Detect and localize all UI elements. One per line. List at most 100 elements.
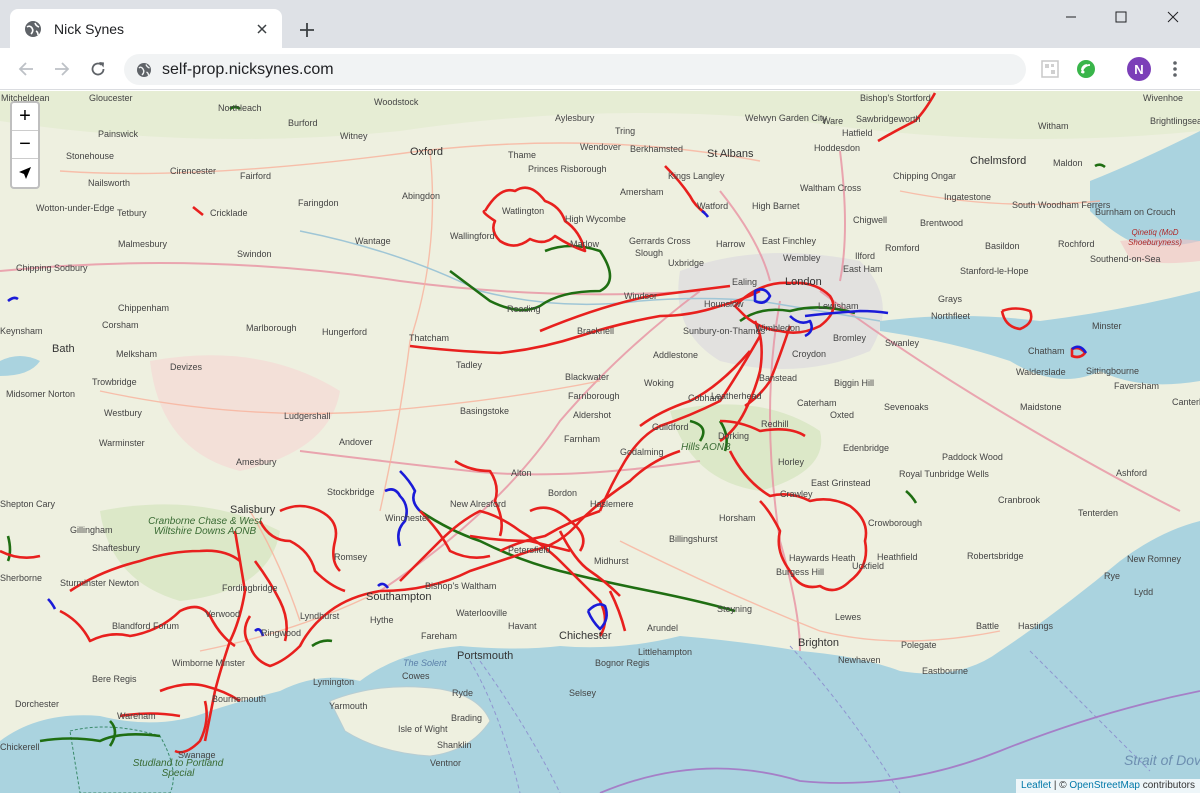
profile-avatar[interactable]: N xyxy=(1127,57,1151,81)
map-view[interactable]: Mitcheldean Gloucester Northleach Woodstock… xyxy=(0,91,1200,793)
place-label: Tenterden xyxy=(1078,508,1119,518)
place-label: Ilford xyxy=(855,251,876,261)
place-label: Corsham xyxy=(102,320,139,330)
place-label: Minster xyxy=(1092,321,1122,331)
place-label: Wivenhoe xyxy=(1143,93,1184,103)
minimize-button[interactable] xyxy=(1046,0,1096,34)
new-tab-button[interactable] xyxy=(294,17,320,43)
place-label: Chickerell xyxy=(0,742,40,752)
place-label: Hounslow xyxy=(704,299,744,309)
extension-qr-icon[interactable] xyxy=(1038,57,1062,81)
place-label: Fairford xyxy=(240,171,272,181)
place-label: Steyning xyxy=(717,604,753,614)
place-label: Tring xyxy=(615,126,636,136)
place-label: Polegate xyxy=(901,640,937,650)
place-label: Stockbridge xyxy=(327,487,375,497)
place-label: Hatfield xyxy=(842,128,873,138)
place-label: Brading xyxy=(451,713,483,723)
zoom-control: + − xyxy=(10,101,40,189)
tab-strip: Nick Synes xyxy=(0,0,1200,48)
place-label: Robertsbridge xyxy=(967,551,1024,561)
place-label: Northfleet xyxy=(931,311,971,321)
place-label: Stanford-le-Hope xyxy=(960,266,1029,276)
leaflet-link[interactable]: Leaflet xyxy=(1021,780,1051,791)
place-label: Northleach xyxy=(218,103,262,113)
forward-button[interactable] xyxy=(48,55,76,83)
place-label: London xyxy=(785,276,822,288)
place-label: Wimborne Minster xyxy=(172,658,246,668)
place-label: Fareham xyxy=(421,631,458,641)
place-label: Dorking xyxy=(718,431,750,441)
reload-button[interactable] xyxy=(84,55,112,83)
back-button[interactable] xyxy=(12,55,40,83)
place-label: Horsham xyxy=(719,513,756,523)
place-label: Chatham xyxy=(1028,346,1065,356)
place-label: Sherborne xyxy=(0,573,43,583)
place-label: Cranbrook xyxy=(998,495,1041,505)
place-label: New Alresford xyxy=(450,499,507,509)
osm-link[interactable]: OpenStreetMap xyxy=(1069,780,1140,791)
url-text: self-prop.nicksynes.com xyxy=(162,60,334,78)
place-label: Bournemouth xyxy=(212,694,267,704)
place-label: Reading xyxy=(507,304,541,314)
more-menu-icon[interactable] xyxy=(1163,57,1187,81)
locate-button[interactable] xyxy=(12,159,38,187)
maximize-button[interactable] xyxy=(1096,0,1146,34)
place-label: Winchester xyxy=(385,513,431,523)
zoom-in-button[interactable]: + xyxy=(12,103,38,131)
place-label: Addlestone xyxy=(653,350,699,360)
attribution-separator: | © xyxy=(1051,780,1070,791)
place-label: Sawbridgeworth xyxy=(856,114,921,124)
place-label: Wembley xyxy=(783,253,821,263)
place-label: Chichester xyxy=(559,630,612,642)
address-bar[interactable]: self-prop.nicksynes.com xyxy=(124,54,1026,85)
place-label: Bere Regis xyxy=(92,674,137,684)
globe-icon xyxy=(24,20,42,38)
place-label: Canterbury xyxy=(1172,397,1200,407)
zoom-out-button[interactable]: − xyxy=(12,131,38,159)
site-info-icon[interactable] xyxy=(136,62,152,78)
place-label: Bishop's Waltham xyxy=(425,581,497,591)
place-label: East Finchley xyxy=(762,236,817,246)
browser-tab[interactable]: Nick Synes xyxy=(10,9,282,48)
place-label: Selsey xyxy=(569,688,597,698)
place-label: Newhaven xyxy=(838,655,881,665)
place-label: The Solent xyxy=(403,658,447,668)
place-label: Burford xyxy=(288,118,318,128)
place-label: Blandford Forum xyxy=(112,621,180,631)
place-label: Painswick xyxy=(98,129,139,139)
place-label: Bromley xyxy=(833,333,867,343)
place-label: St Albans xyxy=(707,148,754,160)
place-label: Amesbury xyxy=(236,457,277,467)
place-label: Woking xyxy=(644,378,674,388)
place-label: Caterham xyxy=(797,398,837,408)
place-label: Warminster xyxy=(99,438,145,448)
place-label: Littlehampton xyxy=(638,647,693,657)
place-label: Godalming xyxy=(620,447,664,457)
place-label: Eastbourne xyxy=(922,666,969,676)
place-label: Strait of Dover xyxy=(1124,752,1200,768)
place-label: Ealing xyxy=(732,277,758,287)
place-label: Berkhamsted xyxy=(630,144,684,154)
place-label: Wantage xyxy=(355,236,391,246)
place-label: Maidstone xyxy=(1020,402,1062,412)
place-label: Cirencester xyxy=(170,166,217,176)
place-label: Portsmouth xyxy=(457,650,514,662)
close-tab-icon[interactable] xyxy=(252,19,272,39)
place-label: Southend-on-Sea xyxy=(1090,254,1161,264)
place-label: Edenbridge xyxy=(843,443,890,453)
extension-feed-icon[interactable] xyxy=(1074,57,1098,81)
place-label: Crowborough xyxy=(868,518,923,528)
place-label: Wendover xyxy=(580,142,621,152)
place-label: Lydd xyxy=(1134,587,1154,597)
place-label: Arundel xyxy=(647,623,679,633)
place-label: Croydon xyxy=(792,349,827,359)
place-label: Qinetiq (MoD Shoeburyness) xyxy=(1128,228,1182,247)
place-label: Southampton xyxy=(366,591,432,603)
place-label: Lewes xyxy=(835,612,862,622)
place-label: Fordingbridge xyxy=(222,583,278,593)
place-label: Aldershot xyxy=(573,410,612,420)
place-label: Swindon xyxy=(237,249,272,259)
close-window-button[interactable] xyxy=(1148,0,1198,34)
place-label: Haywards Heath xyxy=(789,553,856,563)
